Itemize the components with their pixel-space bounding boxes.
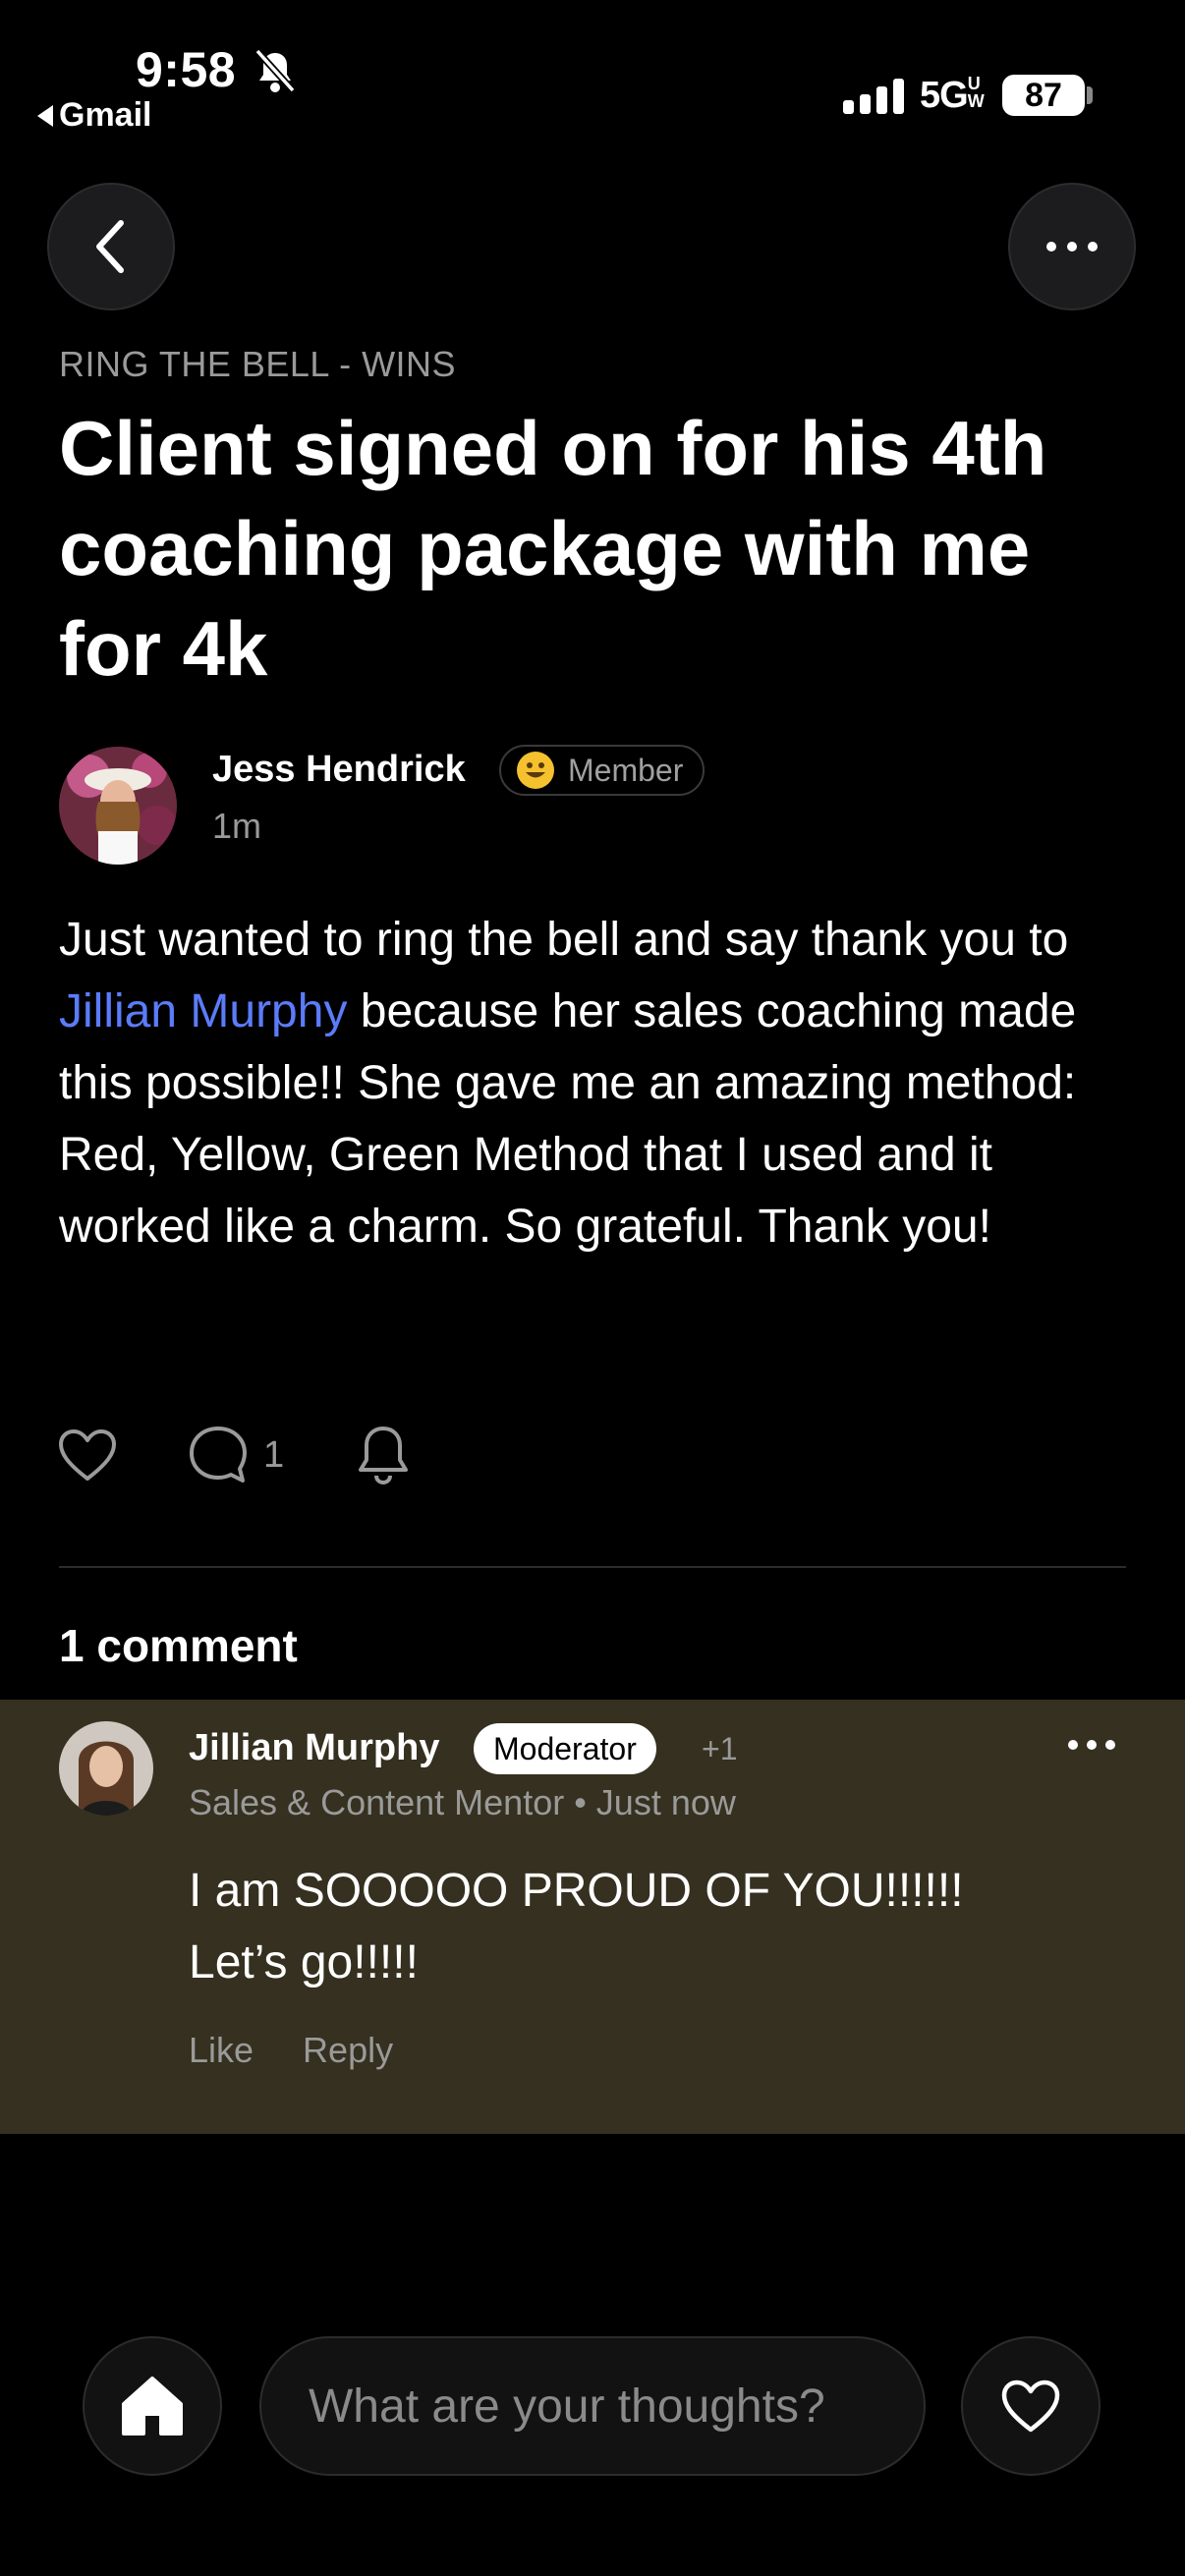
comment-input-container[interactable] bbox=[259, 2336, 926, 2476]
heart-icon[interactable] bbox=[57, 1428, 118, 1483]
grinning-face-icon bbox=[517, 752, 554, 789]
status-time: 9:58 bbox=[136, 42, 237, 97]
post-body-text: Just wanted to ring the bell and say tha… bbox=[59, 914, 1069, 966]
bell-icon[interactable] bbox=[355, 1425, 412, 1485]
comment-text: I am SOOOOO PROUD OF YOU!!!!!! Let’s go!… bbox=[189, 1855, 1073, 1998]
comment-icon[interactable] bbox=[187, 1425, 250, 1485]
extra-badges-count[interactable]: +1 bbox=[702, 1731, 737, 1767]
divider bbox=[59, 1566, 1126, 1568]
battery-level: 87 bbox=[1025, 76, 1062, 114]
battery-tip bbox=[1087, 86, 1093, 104]
mention-link[interactable]: Jillian Murphy bbox=[59, 985, 347, 1037]
post-timestamp: 1m bbox=[212, 806, 262, 846]
comments-heading: 1 comment bbox=[59, 1620, 298, 1671]
author-name[interactable]: Jess Hendrick bbox=[212, 749, 466, 791]
post-actions: 1 bbox=[57, 1425, 412, 1485]
network-suffix: UW bbox=[967, 74, 985, 111]
more-options-button[interactable] bbox=[1008, 183, 1136, 310]
commenter-avatar[interactable] bbox=[59, 1721, 153, 1816]
comment-more-icon[interactable] bbox=[1067, 1739, 1116, 1751]
comment-line-1: I am SOOOOO PROUD OF YOU!!!!!! bbox=[189, 1865, 964, 1917]
member-badge-label: Member bbox=[568, 752, 684, 788]
network-indicator: 5GUW bbox=[920, 74, 985, 117]
battery-icon: 87 bbox=[1002, 75, 1085, 116]
moderator-badge: Moderator bbox=[474, 1723, 656, 1774]
author-avatar[interactable] bbox=[59, 747, 177, 865]
post-body: Just wanted to ring the bell and say tha… bbox=[59, 904, 1140, 1262]
back-app-label: Gmail bbox=[59, 96, 152, 134]
comment-like-button[interactable]: Like bbox=[189, 2030, 254, 2071]
commenter-name[interactable]: Jillian Murphy bbox=[189, 1727, 439, 1769]
commenter-subtitle: Sales & Content Mentor • Just now bbox=[189, 1782, 736, 1822]
comment-actions: Like Reply bbox=[189, 2030, 393, 2071]
chevron-left-icon bbox=[96, 220, 124, 273]
bell-off-icon bbox=[254, 48, 296, 93]
signal-icon bbox=[843, 79, 904, 114]
post-title: Client signed on for his 4th coaching pa… bbox=[59, 405, 1047, 692]
home-icon bbox=[122, 2377, 183, 2436]
post-category[interactable]: RING THE BELL - WINS bbox=[59, 344, 456, 385]
member-badge: Member bbox=[499, 745, 705, 796]
comment-line-2: Let’s go!!!!! bbox=[189, 1936, 419, 1988]
comment-count: 1 bbox=[263, 1433, 285, 1476]
network-label: 5G bbox=[920, 75, 969, 116]
comment-reply-button[interactable]: Reply bbox=[303, 2030, 393, 2071]
more-horizontal-icon bbox=[1046, 242, 1098, 252]
back-to-app-link[interactable]: Gmail bbox=[37, 96, 151, 135]
heart-icon bbox=[1001, 2380, 1060, 2433]
home-button[interactable] bbox=[83, 2336, 222, 2476]
back-button[interactable] bbox=[47, 183, 175, 310]
comment-input[interactable] bbox=[261, 2338, 924, 2474]
like-post-button[interactable] bbox=[961, 2336, 1100, 2476]
back-triangle-icon bbox=[37, 104, 53, 127]
